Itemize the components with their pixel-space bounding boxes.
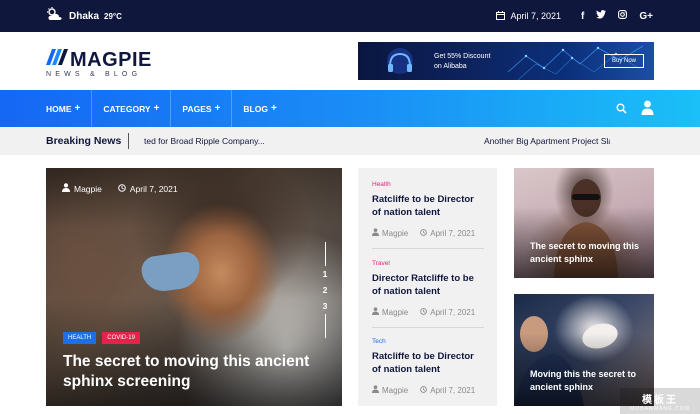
list-item[interactable]: Tech Ratcliffe to be Director of nation … (372, 338, 484, 395)
list-item-author[interactable]: Magpie (382, 308, 408, 317)
weather-widget: Dhaka 29°C (46, 6, 122, 26)
nav-items: HOME + CATEGORY + PAGES + BLOG + (46, 90, 299, 127)
list-item-category[interactable]: Health (372, 181, 484, 188)
list-item-date: April 7, 2021 (430, 307, 476, 317)
top-date-text: April 7, 2021 (510, 11, 562, 21)
instagram-icon[interactable] (618, 10, 628, 22)
breaking-news-label: Breaking News (46, 135, 122, 147)
twitter-icon[interactable] (596, 10, 607, 22)
plus-icon: + (153, 103, 160, 114)
calendar-icon (496, 10, 506, 22)
slider-pager: 1 2 3 (322, 242, 328, 338)
tag-covid[interactable]: COVID-19 (102, 332, 140, 344)
nav-item-label: BLOG (243, 103, 268, 114)
pager-item-2[interactable]: 2 (323, 282, 328, 298)
feature-meta: Magpie April 7, 2021 (62, 183, 178, 194)
site-watermark: 模板王 MOBANWANG.COM (620, 388, 700, 414)
nav-item-blog[interactable]: BLOG + (243, 90, 287, 127)
list-divider (372, 248, 484, 249)
ad-banner[interactable]: Get 55% Discount on Alibaba Buy Now (358, 42, 654, 80)
list-item-meta: Magpie April 7, 2021 (372, 385, 484, 395)
story-card[interactable]: The secret to moving this ancient sphinx (514, 168, 654, 278)
watermark-main: 模板王 (642, 394, 678, 406)
list-item-title[interactable]: Ratcliffe to be Director of nation talen… (372, 350, 484, 376)
google-plus-icon[interactable]: G+ (639, 11, 653, 22)
feature-date: April 7, 2021 (129, 183, 178, 194)
list-item-meta: Magpie April 7, 2021 (372, 228, 484, 238)
nav-item-label: PAGES (182, 103, 212, 114)
top-date: April 7, 2021 (496, 10, 562, 22)
logo-mark-icon (46, 49, 68, 70)
clock-icon (420, 385, 428, 395)
ticker-item[interactable]: ted for Broad Ripple Company... (144, 136, 265, 146)
list-item-author[interactable]: Magpie (382, 386, 408, 395)
list-item-category[interactable]: Tech (372, 338, 484, 345)
weather-temperature: 29°C (104, 11, 122, 21)
logo-tagline: NEWS & BLOG (46, 71, 142, 78)
ad-line-2: on Alibaba (434, 63, 467, 70)
news-ticker: ted for Broad Ripple Company... Another … (140, 127, 610, 155)
watermark-sub: MOBANWANG.COM (630, 405, 690, 412)
site-header: MAGPIE NEWS & BLOG Get 55% Discount on A… (0, 32, 700, 90)
list-item-title[interactable]: Director Ratcliffe to be of nation talen… (372, 272, 484, 298)
plus-icon: + (74, 103, 81, 114)
ad-text: Get 55% Discount on Alibaba (434, 52, 490, 72)
featured-story[interactable]: Magpie April 7, 2021 1 2 3 HEALTH COVID-… (46, 168, 342, 406)
ad-buy-now-button[interactable]: Buy Now (604, 54, 644, 68)
pager-line-bottom (324, 314, 326, 338)
feature-author[interactable]: Magpie (74, 184, 102, 194)
breaking-news-bar: Breaking News ted for Broad Ripple Compa… (0, 127, 700, 155)
list-item-date: April 7, 2021 (430, 228, 476, 238)
clock-icon (420, 228, 428, 238)
ticker-item[interactable]: Another Big Apartment Project Sla (484, 136, 610, 146)
ad-line-1: Get 55% Discount (434, 53, 491, 60)
feature-tags: HEALTH COVID-19 (63, 332, 140, 344)
clock-icon (420, 307, 428, 317)
card-title[interactable]: The secret to moving this ancient sphinx (530, 240, 642, 266)
latest-list: Health Ratcliffe to be Director of natio… (358, 168, 497, 406)
feature-title[interactable]: The secret to moving this ancient sphinx… (63, 352, 333, 392)
nav-item-home[interactable]: HOME + (46, 90, 93, 127)
top-bar: Dhaka 29°C April 7, 2021 f G+ (0, 0, 700, 32)
facebook-icon[interactable]: f (581, 11, 584, 22)
list-item-meta: Magpie April 7, 2021 (372, 307, 484, 317)
pager-item-1[interactable]: 1 (323, 266, 328, 282)
list-item[interactable]: Health Ratcliffe to be Director of natio… (372, 181, 484, 238)
breaking-divider (128, 133, 129, 149)
tag-health[interactable]: HEALTH (63, 332, 97, 344)
nav-item-pages[interactable]: PAGES + (182, 90, 233, 127)
logo-name: MAGPIE (70, 48, 152, 71)
nav-icons (616, 100, 654, 120)
user-icon (372, 228, 379, 238)
clock-icon (118, 183, 126, 194)
search-icon[interactable] (616, 101, 627, 119)
list-item-category[interactable]: Travel (372, 260, 484, 267)
nav-item-label: HOME (46, 103, 72, 114)
top-bar-right: April 7, 2021 f G+ (496, 9, 653, 23)
pager-item-3[interactable]: 3 (323, 298, 328, 314)
list-item[interactable]: Travel Director Ratcliffe to be of natio… (372, 260, 484, 317)
list-item-title[interactable]: Ratcliffe to be Director of nation talen… (372, 193, 484, 219)
weather-city: Dhaka (69, 10, 100, 22)
list-item-author[interactable]: Magpie (382, 229, 408, 238)
pager-line-top (324, 242, 326, 266)
site-logo[interactable]: MAGPIE NEWS & BLOG (46, 49, 152, 78)
user-icon (372, 385, 379, 395)
cloud-sun-icon (46, 6, 64, 26)
list-item-date: April 7, 2021 (430, 385, 476, 395)
list-divider (372, 327, 484, 328)
nav-item-label: CATEGORY (103, 103, 151, 114)
main-nav: HOME + CATEGORY + PAGES + BLOG + (0, 90, 700, 127)
nav-item-category[interactable]: CATEGORY + (103, 90, 172, 127)
user-icon[interactable] (641, 100, 654, 120)
plus-icon: + (214, 103, 221, 114)
user-icon (62, 183, 70, 194)
user-icon (372, 307, 379, 317)
plus-icon: + (270, 103, 277, 114)
